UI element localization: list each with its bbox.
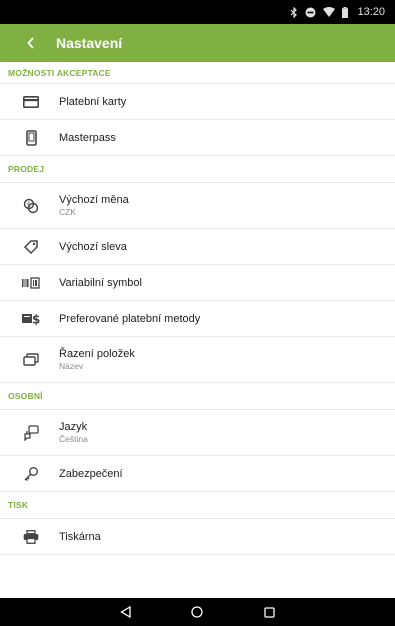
battery-icon xyxy=(342,6,349,18)
wifi-icon xyxy=(323,7,336,17)
svg-text:$: $ xyxy=(27,201,31,208)
settings-item-item-sorting[interactable]: Řazení položek Název xyxy=(0,337,395,383)
section-header-print: TISK xyxy=(0,492,395,519)
settings-item-value: CZK xyxy=(59,207,76,217)
settings-item-default-currency[interactable]: $ Výchozí měna CZK xyxy=(0,183,395,229)
settings-list[interactable]: MOŽNOSTI AKCEPTACE Platební karty Master… xyxy=(0,62,395,598)
nav-home-button[interactable] xyxy=(185,600,209,624)
svg-text:$: $ xyxy=(32,312,40,326)
settings-item-security[interactable]: Zabezpečení xyxy=(0,456,395,492)
language-icon xyxy=(20,422,42,444)
settings-item-label: Platební karty xyxy=(59,95,127,108)
settings-item-value: Název xyxy=(59,361,84,371)
triangle-back-icon xyxy=(120,606,131,618)
settings-item-label: Řazení položek xyxy=(59,348,135,360)
section-header-sales: PRODEJ xyxy=(0,156,395,183)
settings-item-label: Jazyk xyxy=(59,421,88,433)
status-time: 13:20 xyxy=(357,6,385,18)
phone-icon xyxy=(20,127,42,149)
settings-item-preferred-payment-methods[interactable]: $ Preferované platební metody xyxy=(0,301,395,337)
circle-home-icon xyxy=(191,606,204,618)
system-nav-bar xyxy=(0,598,395,626)
settings-item-label: Výchozí sleva xyxy=(59,240,127,253)
section-header-personal: OSOBNÍ xyxy=(0,383,395,410)
do-not-disturb-icon xyxy=(305,7,316,18)
settings-item-masterpass[interactable]: Masterpass xyxy=(0,120,395,156)
settings-item-label: Výchozí měna xyxy=(59,194,129,206)
cash-dollar-icon: $ xyxy=(20,308,42,330)
nav-back-button[interactable] xyxy=(114,600,138,624)
printer-icon xyxy=(20,526,42,548)
settings-item-value: Čeština xyxy=(59,434,88,444)
settings-item-label: Variabilní symbol xyxy=(59,276,142,289)
settings-item-variable-symbol[interactable]: Variabilní symbol xyxy=(0,265,395,301)
settings-item-label: Tiskárna xyxy=(59,530,101,543)
app-bar: Nastavení xyxy=(0,24,395,62)
settings-item-payment-cards[interactable]: Platební karty xyxy=(0,84,395,120)
settings-item-label: Preferované platební metody xyxy=(59,312,201,325)
settings-item-printer[interactable]: Tiskárna xyxy=(0,519,395,555)
settings-item-default-discount[interactable]: Výchozí sleva xyxy=(0,229,395,265)
currency-exchange-icon: $ xyxy=(20,195,42,217)
settings-item-language[interactable]: Jazyk Čeština xyxy=(0,410,395,456)
nav-recents-button[interactable] xyxy=(257,600,281,624)
settings-item-label: Zabezpečení xyxy=(59,467,123,480)
barcode-icon xyxy=(20,272,42,294)
key-icon xyxy=(20,463,42,485)
sort-layers-icon xyxy=(20,349,42,371)
bluetooth-icon xyxy=(290,6,298,18)
square-recents-icon xyxy=(263,606,275,618)
credit-card-icon xyxy=(20,91,42,113)
settings-item-label: Masterpass xyxy=(59,131,116,144)
back-button[interactable] xyxy=(12,24,50,62)
chevron-left-icon xyxy=(27,37,34,49)
page-title: Nastavení xyxy=(56,35,123,51)
tag-icon xyxy=(20,236,42,258)
status-bar: 13:20 xyxy=(0,0,395,24)
section-header-acceptance: MOŽNOSTI AKCEPTACE xyxy=(0,62,395,84)
